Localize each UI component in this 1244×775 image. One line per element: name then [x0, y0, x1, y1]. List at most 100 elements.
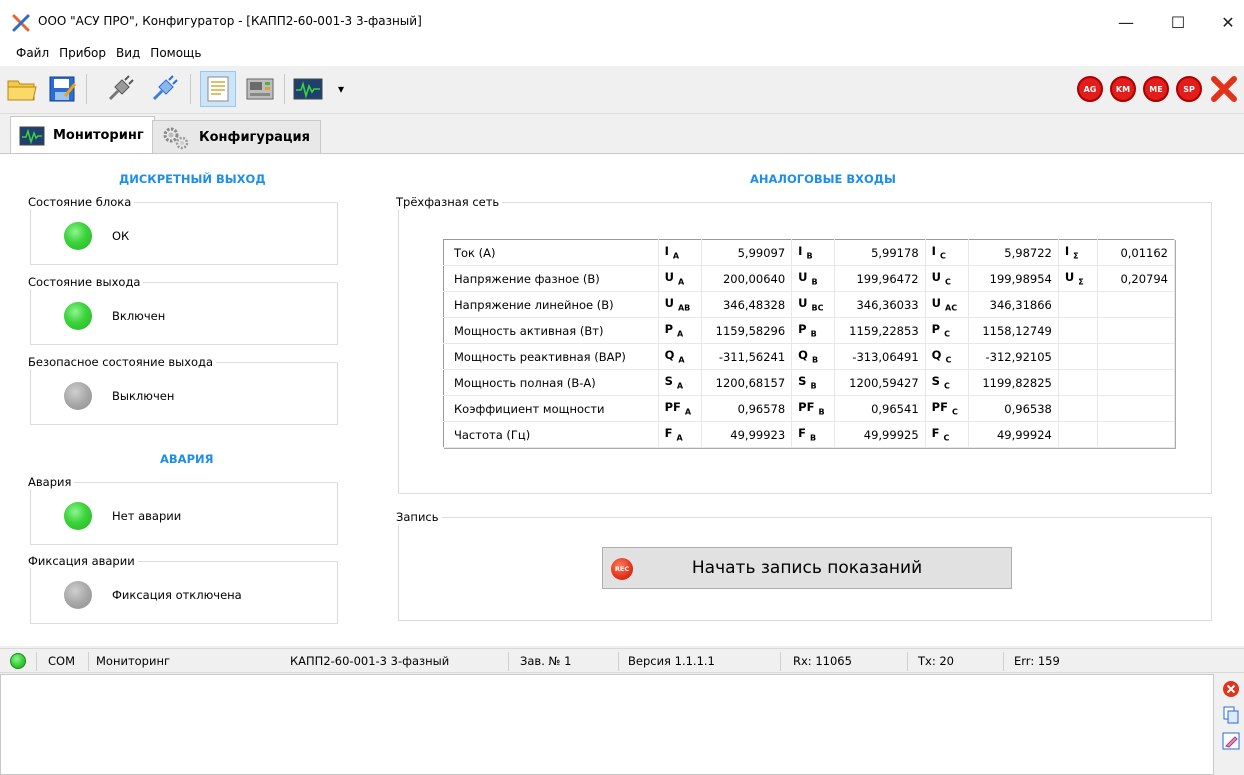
- phase-c-symbol: S C: [925, 369, 969, 396]
- gears-icon: [163, 127, 189, 149]
- badge-sp[interactable]: SP: [1176, 76, 1202, 102]
- phase-a-symbol: I A: [658, 239, 702, 266]
- sum-symbol: [1058, 421, 1099, 448]
- phase-b-symbol: PF B: [791, 395, 836, 422]
- phase-a-symbol: S A: [658, 369, 702, 396]
- phase-b-symbol: U BC: [791, 291, 836, 318]
- toolbar-separator: [86, 74, 87, 104]
- analog-inputs-heading: АНАЛОГОВЫЕ ВХОДЫ: [750, 172, 896, 186]
- phase-b-value: 0,96541: [834, 395, 926, 422]
- sum-symbol: [1058, 395, 1099, 422]
- group-label: Фиксация аварии: [28, 554, 138, 568]
- toolbar: ▾ AG KM ME SP: [0, 66, 1244, 114]
- phase-b-value: 199,96472: [834, 265, 926, 292]
- device-panel-button[interactable]: [242, 71, 278, 107]
- phase-a-value: 0,96578: [701, 395, 793, 422]
- status-led: [64, 581, 92, 609]
- phase-c-value: -312,92105: [968, 343, 1059, 370]
- start-recording-button[interactable]: REC Начать запись показаний: [602, 547, 1012, 589]
- open-folder-button[interactable]: [4, 71, 40, 107]
- stop-button[interactable]: [1206, 71, 1242, 107]
- floppy-disk-icon: [49, 76, 77, 102]
- maximize-button[interactable]: ☐: [1156, 8, 1200, 36]
- measurement-label: Коэффициент мощности: [443, 395, 659, 422]
- status-err: Err: 159: [1014, 654, 1060, 668]
- sum-value: [1097, 421, 1175, 448]
- badge-km[interactable]: KM: [1110, 76, 1136, 102]
- status-led: [64, 302, 92, 330]
- alarm-fix-group: Фиксация аварии Фиксация отключена: [28, 554, 338, 624]
- list-view-button[interactable]: [200, 71, 236, 107]
- phase-a-value: 49,99923: [701, 421, 793, 448]
- sum-value: [1097, 317, 1175, 344]
- group-label: Состояние блока: [28, 195, 135, 209]
- status-separator: [907, 652, 908, 671]
- sum-symbol: [1058, 291, 1099, 318]
- erase-log-button[interactable]: [1220, 730, 1242, 752]
- phase-c-symbol: PF C: [925, 395, 969, 422]
- device-panel-icon: [246, 78, 274, 100]
- status-led: [64, 222, 92, 250]
- phase-a-value: 1200,68157: [701, 369, 793, 396]
- eraser-icon: [1222, 732, 1240, 750]
- tab-monitoring-label: Мониторинг: [53, 128, 144, 143]
- table-row: Ток (А) I A 5,99097 I B 5,99178 I C 5,98722 I Σ…: [443, 239, 1175, 266]
- sum-value: [1097, 291, 1175, 318]
- start-recording-label: Начать запись показаний: [691, 558, 923, 578]
- phase-a-symbol: Q A: [658, 343, 702, 370]
- monitor-view-dropdown[interactable]: ▾: [332, 71, 350, 107]
- measurement-label: Мощность реактивная (ВАР): [443, 343, 659, 370]
- menu-file[interactable]: Файл: [16, 44, 49, 62]
- status-tx: Tx: 20: [918, 654, 954, 668]
- phase-c-value: 1199,82825: [968, 369, 1059, 396]
- measurement-label: Мощность полная (В-А): [443, 369, 659, 396]
- rec-icon: REC: [611, 558, 633, 580]
- sum-symbol: [1058, 317, 1099, 344]
- status-text: Включен: [112, 309, 166, 323]
- sum-value: [1097, 369, 1175, 396]
- status-separator: [508, 652, 509, 671]
- save-button[interactable]: [44, 71, 80, 107]
- tab-configuration[interactable]: Конфигурация: [152, 120, 321, 154]
- status-text: Выключен: [112, 389, 175, 403]
- measurement-label: Напряжение фазное (В): [443, 265, 659, 292]
- minimize-button[interactable]: —: [1104, 8, 1148, 36]
- status-text: ОК: [112, 229, 130, 243]
- phase-b-symbol: S B: [791, 369, 836, 396]
- phase-b-value: -313,06491: [834, 343, 926, 370]
- menu-device[interactable]: Прибор: [59, 44, 106, 62]
- document-list-icon: [207, 76, 229, 102]
- menu-view[interactable]: Вид: [116, 44, 140, 62]
- menu-help[interactable]: Помощь: [150, 44, 201, 62]
- phase-b-value: 5,99178: [834, 239, 926, 266]
- block-state-group: Состояние блока ОК: [28, 195, 338, 265]
- output-state-group: Состояние выхода Включен: [28, 275, 338, 345]
- badge-me[interactable]: ME: [1143, 76, 1169, 102]
- measurement-label: Ток (А): [443, 239, 659, 266]
- badge-ag[interactable]: AG: [1077, 76, 1103, 102]
- log-output[interactable]: [0, 674, 1214, 775]
- copy-log-button[interactable]: [1220, 704, 1242, 726]
- safe-state-group: Безопасное состояние выхода Выключен: [28, 355, 338, 425]
- connect-button[interactable]: [146, 71, 182, 107]
- toolbar-separator: [284, 74, 285, 104]
- phase-c-symbol: U C: [925, 265, 969, 292]
- status-separator: [88, 652, 89, 671]
- phase-c-symbol: Q C: [925, 343, 969, 370]
- group-label: Безопасное состояние выхода: [28, 355, 217, 369]
- phase-c-value: 49,99924: [968, 421, 1059, 448]
- tab-monitoring[interactable]: Мониторинг: [10, 116, 155, 154]
- phase-c-value: 5,98722: [968, 239, 1059, 266]
- phase-b-value: 346,36033: [834, 291, 926, 318]
- status-text: Фиксация отключена: [112, 588, 242, 602]
- phase-c-symbol: P C: [925, 317, 969, 344]
- phase-b-symbol: F B: [791, 421, 836, 448]
- status-separator: [1003, 652, 1004, 671]
- monitor-view-button[interactable]: [290, 71, 326, 107]
- phase-c-value: 1158,12749: [968, 317, 1059, 344]
- clear-errors-button[interactable]: [1220, 678, 1242, 700]
- sum-value: [1097, 395, 1175, 422]
- disconnect-button[interactable]: [102, 71, 138, 107]
- phase-c-symbol: F C: [925, 421, 969, 448]
- close-window-button[interactable]: ✕: [1206, 8, 1244, 36]
